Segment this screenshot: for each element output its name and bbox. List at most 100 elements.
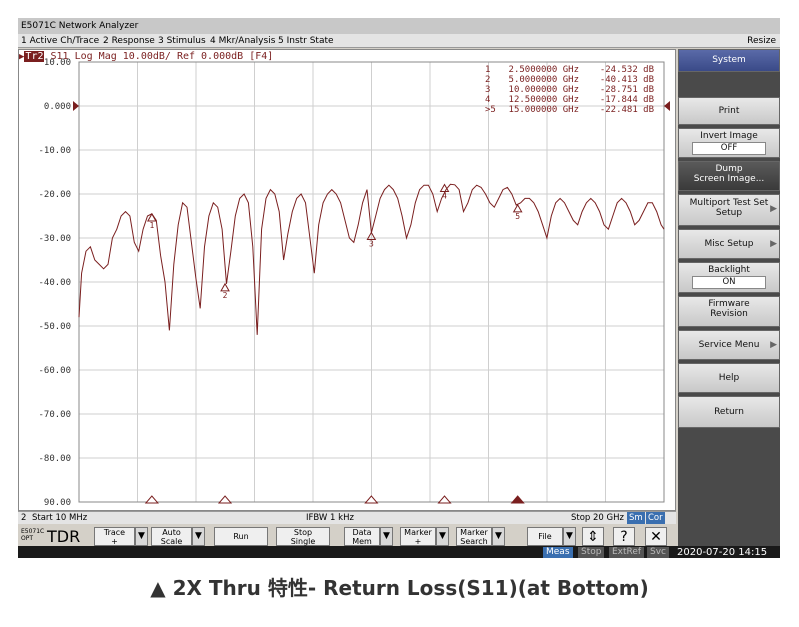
softkey-misc-setup[interactable]: Misc Setup ▶	[678, 229, 780, 259]
marker-readout-value: -28.751 dB	[600, 85, 654, 95]
menu-instr-state[interactable]: 5 Instr State	[278, 34, 334, 48]
softkey-help[interactable]: Help	[678, 363, 780, 393]
marker-readout-freq: 2.5000000 GHz	[509, 65, 579, 75]
softkey-panel: System Print Invert Image OFF Dump Screen …	[678, 49, 780, 546]
menu-response[interactable]: 2 Response	[103, 34, 155, 48]
marker-label-1: 1	[149, 221, 154, 230]
softkey-label: System	[712, 55, 746, 65]
softkey-label: Backlight	[708, 265, 750, 275]
menu-bar: 1 Active Ch/Trace 2 Response 3 Stimulus …	[18, 34, 780, 48]
button-label: Run	[233, 532, 249, 541]
marker-5	[512, 203, 523, 213]
y-tick-label: -70.00	[38, 410, 71, 420]
menu-active-ch-trace[interactable]: 1 Active Ch/Trace	[21, 34, 99, 48]
auto-scale-button[interactable]: Auto Scale	[151, 527, 192, 546]
tdr-label[interactable]: TDR	[47, 527, 80, 547]
system-status-bar: Meas Stop ExtRef Svc 2020-07-20 14:15	[18, 546, 780, 558]
stop-single-button[interactable]: Stop Single	[276, 527, 330, 546]
y-tick-label: 0.000	[44, 102, 71, 112]
marker-label-4: 4	[442, 192, 447, 201]
channel-status-line: 2 Start 10 MHz IFBW 1 kHz Stop 20 GHz Sm…	[18, 511, 676, 525]
softkey-label: Return	[714, 407, 744, 417]
marker-readout-freq: 15.000000 GHz	[509, 105, 579, 115]
chevron-right-icon: ▶	[770, 340, 777, 350]
trace-tag[interactable]: Tr2	[24, 51, 45, 62]
marker-readout-id: 4	[485, 95, 490, 105]
softkey-sub-label: Screen Image...	[693, 174, 765, 184]
resize-button[interactable]: Resize	[747, 34, 776, 48]
data-mem-dropdown-icon[interactable]: ▼	[380, 527, 393, 546]
softkey-backlight[interactable]: Backlight ON	[678, 262, 780, 293]
marker-label-5: 5	[515, 212, 520, 221]
marker-label-2: 2	[223, 291, 228, 300]
marker-readout-freq: 5.0000000 GHz	[509, 75, 579, 85]
softkey-firmware-revision[interactable]: Firmware Revision	[678, 296, 780, 327]
button-sub-label: +	[111, 536, 118, 546]
run-button[interactable]: Run	[214, 527, 268, 546]
status-svc: Svc	[647, 547, 669, 558]
y-tick-label: -40.00	[38, 278, 71, 288]
button-sub-label: Single	[290, 536, 316, 546]
close-icon[interactable]: ✕	[645, 527, 667, 546]
softkey-service-menu[interactable]: Service Menu ▶	[678, 330, 780, 360]
y-tick-label: -30.00	[38, 234, 71, 244]
softkey-label: Invert Image	[700, 131, 758, 141]
marker-readout-id: 2	[485, 75, 490, 85]
softkey-multiport-test-set[interactable]: Multiport Test Set Setup ▶	[678, 194, 780, 226]
chevron-right-icon: ▶	[770, 239, 777, 249]
data-mem-button[interactable]: Data Mem	[344, 527, 380, 546]
marker-readout-value: -40.413 dB	[600, 75, 654, 85]
softkey-dump-screen-image[interactable]: Dump Screen Image...	[678, 161, 780, 191]
marker-search-dropdown-icon[interactable]: ▼	[492, 527, 505, 546]
marker-bottom-1	[144, 495, 159, 504]
invert-image-value: OFF	[692, 142, 766, 155]
figure-caption: ▲ 2X Thru 特性- Return Loss(S11)(at Bottom…	[150, 576, 649, 600]
s11-plot: 10.000.000-10.00-20.00-30.00-40.00-50.00…	[38, 58, 670, 508]
model-option: OPT	[21, 535, 34, 542]
marker-readout-id: 1	[485, 65, 490, 75]
marker-readout-value: -24.532 dB	[600, 65, 654, 75]
menu-mkr-analysis[interactable]: 4 Mkr/Analysis	[210, 34, 275, 48]
marker-button[interactable]: Marker +	[400, 527, 436, 546]
softkey-label: Service Menu	[698, 340, 760, 350]
file-button[interactable]: File	[527, 527, 563, 546]
softkey-print[interactable]: Print	[678, 97, 780, 125]
marker-dropdown-icon[interactable]: ▼	[436, 527, 449, 546]
y-tick-label: -60.00	[38, 366, 71, 376]
marker-readout-freq: 12.500000 GHz	[509, 95, 579, 105]
analyzer-window: E5071C Network Analyzer 1 Active Ch/Trac…	[18, 18, 780, 558]
marker-bottom-2	[217, 495, 233, 504]
y-tick-label: -10.00	[38, 146, 71, 156]
y-tick-label: -20.00	[38, 190, 71, 200]
chart-area[interactable]: 10.00 0.000 -10.00 -20.00 -30.00 -40.00 -50.00…	[18, 49, 676, 511]
status-extref: ExtRef	[609, 547, 645, 558]
auto-scale-dropdown-icon[interactable]: ▼	[192, 527, 205, 546]
backlight-value: ON	[692, 276, 766, 289]
marker-search-button[interactable]: Marker Search	[456, 527, 492, 546]
model-name: E5071C	[21, 528, 45, 535]
button-sub-label: Mem	[352, 536, 372, 546]
trace-dropdown-icon[interactable]: ▼	[135, 527, 148, 546]
menu-stimulus[interactable]: 3 Stimulus	[158, 34, 206, 48]
trace-format: S11 Log Mag 10.00dB/ Ref 0.000dB [F4]	[50, 51, 274, 62]
marker-bottom-3	[364, 495, 379, 504]
status-meas: Meas	[543, 547, 573, 558]
file-dropdown-icon[interactable]: ▼	[563, 527, 576, 546]
softkey-label: Help	[718, 373, 740, 383]
trace-button[interactable]: Trace +	[94, 527, 135, 546]
softkey-label: Dump	[715, 164, 743, 174]
up-down-icon[interactable]: ⇕	[582, 527, 604, 546]
datetime: 2020-07-20 14:15	[677, 547, 768, 558]
button-sub-label: +	[414, 536, 422, 546]
trace-header: ▶Tr2 S11 Log Mag 10.00dB/ Ref 0.000dB [F…	[19, 50, 273, 64]
softkey-label: Firmware	[708, 299, 750, 309]
softkey-sub-label: Revision	[710, 309, 748, 319]
softkey-return[interactable]: Return	[678, 396, 780, 428]
y-tick-label: -80.00	[38, 454, 71, 464]
softkey-label: Multiport Test Set	[689, 198, 769, 208]
softkey-invert-image[interactable]: Invert Image OFF	[678, 128, 780, 158]
marker-label-3: 3	[369, 240, 374, 249]
marker-readout-value: -17.844 dB	[600, 95, 654, 105]
help-icon[interactable]: ?	[613, 527, 635, 546]
button-sub-label: Search	[460, 536, 488, 546]
